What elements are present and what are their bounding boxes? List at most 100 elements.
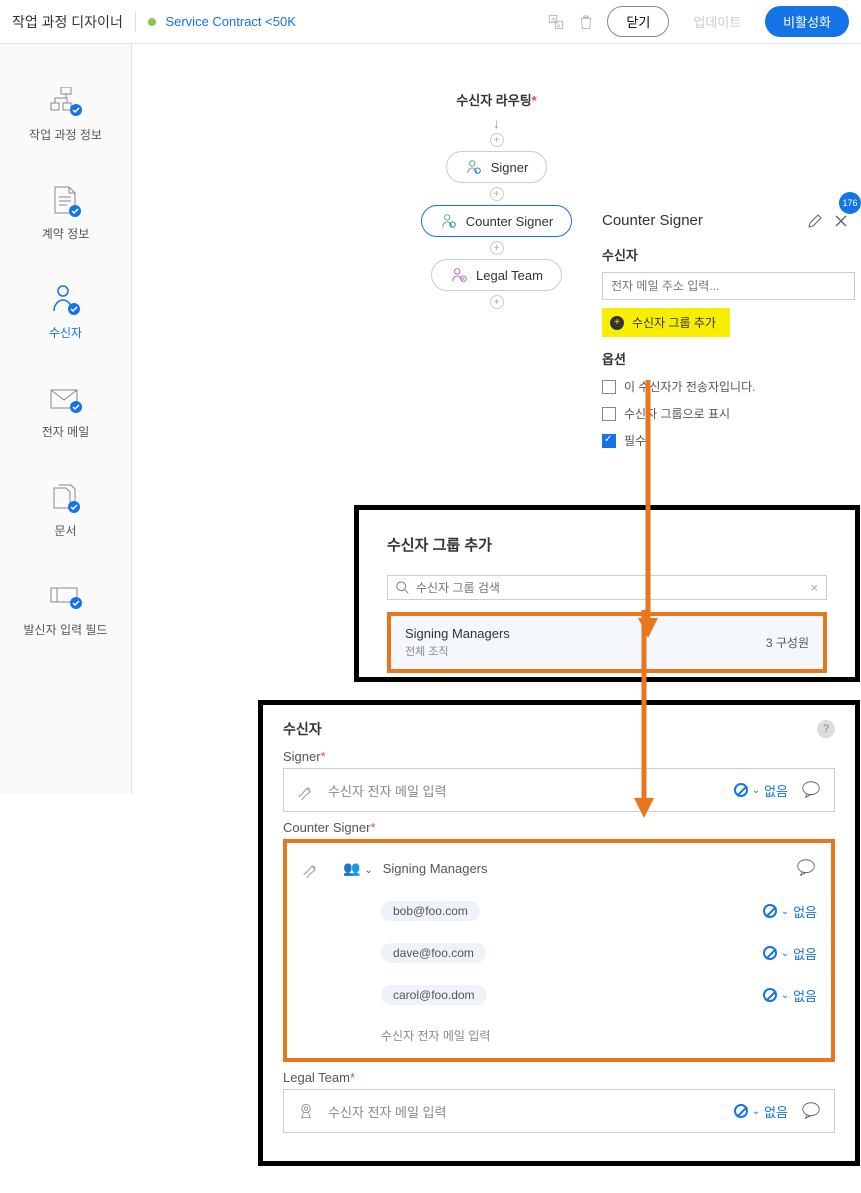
top-bar: 작업 과정 디자이너 Service Contract <50K 文A 닫기 업… — [0, 0, 861, 44]
sidebar-label: 수신자 — [49, 324, 82, 341]
auth-label: 없음 — [764, 781, 788, 800]
stamp-icon — [296, 1101, 316, 1121]
field-icon — [48, 579, 84, 615]
edit-pencil-icon[interactable] — [807, 213, 823, 229]
add-member-input[interactable]: 수신자 전자 메일 입력 — [301, 1027, 817, 1044]
sidebar-label: 문서 — [54, 522, 76, 539]
localize-icon[interactable]: 文A — [547, 13, 565, 31]
signer-icon — [465, 158, 483, 176]
auth-dropdown[interactable]: ⌄ 없음 — [763, 944, 817, 963]
recipient-role-label: Legal Team* — [283, 1070, 835, 1085]
group-member-row: dave@foo.com ⌄ 없음 — [301, 943, 817, 963]
status-dot-icon — [148, 18, 156, 26]
close-icon[interactable] — [833, 213, 849, 229]
group-member-row: carol@foo.dom ⌄ 없음 — [301, 985, 817, 1005]
group-name: Signing Managers — [383, 861, 488, 876]
auth-dropdown[interactable]: ⌄ 없음 — [763, 986, 817, 1005]
sidebar-item-sender-fields[interactable]: 발신자 입력 필드 — [0, 563, 131, 662]
service-name: Service Contract <50K — [165, 14, 295, 29]
no-auth-icon — [763, 904, 777, 918]
auth-dropdown[interactable]: ⌄ 없음 — [734, 781, 788, 800]
result-count: 3 구성원 — [766, 634, 809, 651]
recipient-section-label: 수신자 — [602, 245, 855, 264]
service-status[interactable]: Service Contract <50K — [148, 14, 296, 29]
add-node-button[interactable]: + — [490, 241, 504, 255]
checkbox-row-sender[interactable]: 이 수신자가 전송자입니다. — [602, 378, 855, 395]
node-label: Counter Signer — [466, 214, 553, 229]
auth-label: 없음 — [793, 944, 817, 963]
recipient-row-counter-signer: 👥 ⌄ Signing Managers bob@foo.com ⌄ 없음 da… — [283, 839, 835, 1062]
sidebar-item-recipients[interactable]: 수신자 — [0, 266, 131, 365]
group-search-overlay: 수신자 그룹 추가 × Signing Managers 전체 조직 3 구성원 — [354, 505, 860, 682]
node-label: Legal Team — [476, 268, 543, 283]
checkbox-icon — [602, 380, 616, 394]
recipient-role-label: Counter Signer* — [283, 820, 835, 835]
no-auth-icon — [763, 946, 777, 960]
add-recipient-group-button[interactable]: + 수신자 그룹 추가 — [602, 308, 730, 337]
chevron-down-icon: ⌄ — [781, 990, 789, 1001]
pen-icon[interactable] — [301, 858, 321, 878]
flow-title: 수신자 라우팅* — [132, 90, 861, 109]
sidebar-item-email[interactable]: 전자 메일 — [0, 365, 131, 464]
pen-icon — [296, 780, 316, 800]
search-input[interactable] — [416, 581, 804, 595]
message-icon[interactable] — [800, 1100, 822, 1122]
svg-text:文: 文 — [551, 15, 557, 23]
search-box[interactable]: × — [387, 575, 827, 600]
checkbox-label: 수신자 그룹으로 표시 — [624, 405, 730, 422]
result-name: Signing Managers — [405, 626, 510, 641]
message-icon[interactable] — [800, 779, 822, 801]
recipients-overlay: 수신자 ? Signer* 수신자 전자 메일 입력 ⌄ 없음 Counter … — [258, 700, 860, 1166]
auth-dropdown[interactable]: ⌄ 없음 — [763, 902, 817, 921]
chevron-down-icon: ⌄ — [752, 1106, 760, 1117]
options-section-label: 옵션 — [602, 349, 855, 368]
node-label: Signer — [491, 160, 529, 175]
auth-dropdown[interactable]: ⌄ 없음 — [734, 1102, 788, 1121]
flow-node-legal-team[interactable]: Legal Team — [431, 259, 562, 291]
trash-icon[interactable] — [577, 13, 595, 31]
chevron-down-icon: ⌄ — [752, 785, 760, 796]
panel-title: Counter Signer — [602, 212, 703, 229]
sidebar-item-agreement-info[interactable]: 계약 정보 — [0, 167, 131, 266]
add-node-button[interactable]: + — [490, 295, 504, 309]
sidebar-label: 전자 메일 — [42, 423, 90, 440]
envelope-icon — [48, 381, 84, 417]
overlay-title: 수신자 그룹 추가 — [387, 534, 827, 555]
recipient-row-signer[interactable]: 수신자 전자 메일 입력 ⌄ 없음 — [283, 768, 835, 812]
checkbox-row-required[interactable]: 필수 — [602, 432, 855, 449]
member-email[interactable]: carol@foo.dom — [381, 985, 487, 1005]
checkbox-checked-icon — [602, 434, 616, 448]
search-result-row[interactable]: Signing Managers 전체 조직 3 구성원 — [387, 612, 827, 673]
email-input[interactable] — [602, 272, 855, 300]
flow-node-signer[interactable]: Signer — [446, 151, 548, 183]
recipient-role-label: Signer* — [283, 749, 835, 764]
member-email[interactable]: dave@foo.com — [381, 943, 486, 963]
disable-button[interactable]: 비활성화 — [765, 6, 849, 37]
add-node-button[interactable]: + — [490, 187, 504, 201]
member-email[interactable]: bob@foo.com — [381, 901, 480, 921]
add-node-button[interactable]: + — [490, 133, 504, 147]
auth-label: 없음 — [793, 902, 817, 921]
badge: 176 — [839, 192, 861, 214]
message-icon[interactable] — [795, 857, 817, 879]
signer-icon — [440, 212, 458, 230]
sidebar-item-documents[interactable]: 문서 — [0, 464, 131, 563]
files-icon — [48, 480, 84, 516]
help-icon[interactable]: ? — [817, 720, 835, 738]
flow-node-counter-signer[interactable]: Counter Signer — [421, 205, 572, 237]
document-icon — [48, 183, 84, 219]
sidebar-label: 발신자 입력 필드 — [24, 621, 108, 638]
sidebar-item-workflow-info[interactable]: 작업 과정 정보 — [0, 68, 131, 167]
search-icon — [396, 581, 410, 595]
close-button[interactable]: 닫기 — [607, 6, 669, 37]
recipient-row-legal-team[interactable]: 수신자 전자 메일 입력 ⌄ 없음 — [283, 1089, 835, 1133]
legal-icon — [450, 266, 468, 284]
result-subtitle: 전체 조직 — [405, 643, 510, 659]
checkbox-label: 필수 — [624, 432, 646, 449]
no-auth-icon — [763, 988, 777, 1002]
group-icon[interactable]: 👥 ⌄ — [343, 860, 373, 877]
svg-text:A: A — [557, 23, 561, 29]
checkbox-row-group[interactable]: 수신자 그룹으로 표시 — [602, 405, 855, 422]
clear-icon[interactable]: × — [810, 580, 818, 595]
flowchart-icon — [48, 84, 84, 120]
